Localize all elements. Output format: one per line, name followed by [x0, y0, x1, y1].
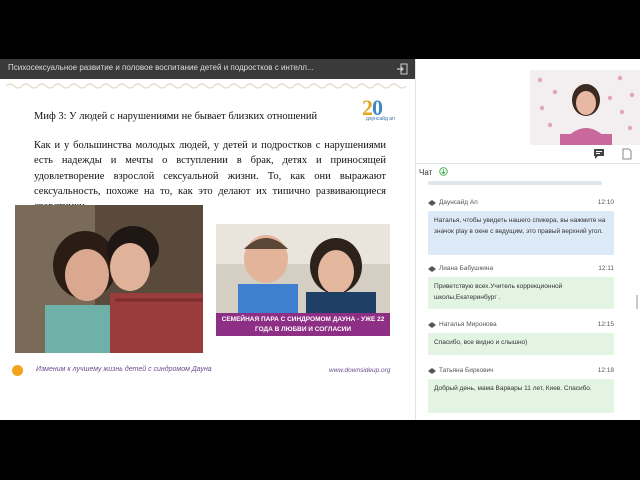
presentation-slide: Миф 3: У людей с нарушениями не бывает б… — [0, 79, 415, 420]
logo-text: даунсайд ап — [366, 116, 395, 122]
message-time: 12:10 — [597, 199, 614, 206]
chat-message: Наталья Миронова 12:15 Спасибо, все видн… — [428, 321, 614, 355]
user-icon — [428, 266, 436, 272]
side-panel: Чат Даунсайд Ап 12:10 Наталья, чтобы уви… — [415, 59, 640, 420]
user-icon — [428, 368, 436, 374]
exit-icon[interactable] — [396, 63, 408, 75]
message-time: 12:15 — [597, 321, 614, 328]
chat-icon[interactable] — [593, 148, 605, 160]
message-author: Даунсайд Ап — [439, 199, 478, 206]
document-icon[interactable] — [621, 148, 633, 160]
chat-scrollbar[interactable] — [636, 295, 638, 309]
chat-message: Татьяна Биркович 12:18 Добрый день, мама… — [428, 367, 614, 413]
message-time: 12:11 — [598, 265, 614, 272]
chat-header: Чат — [419, 167, 448, 177]
user-icon — [428, 322, 436, 328]
slide-heading: Миф 3: У людей с нарушениями не бывает б… — [34, 111, 318, 122]
message-text: Приветствую всех.Учитель коррекционной ш… — [428, 277, 614, 309]
speaker-video[interactable] — [530, 70, 640, 145]
chat-message: Лиана Бабушкина 12:11 Приветствую всех.У… — [428, 265, 614, 309]
previous-message-stub — [428, 181, 602, 185]
slide-border-decoration — [6, 83, 407, 89]
panel-toolbar — [416, 145, 640, 164]
message-author: Татьяна Биркович — [439, 367, 494, 374]
slide-footer-url: www.downsideup.org — [329, 367, 391, 374]
chat-title: Чат — [419, 168, 433, 177]
message-text: Добрый день, мама Варвары 11 лет, Киев. … — [428, 379, 614, 413]
presentation-title: Психосексуальное развитие и половое восп… — [8, 63, 314, 72]
message-time: 12:18 — [597, 367, 614, 374]
message-text: Наталья, чтобы увидеть нашего спикера, в… — [428, 211, 614, 255]
message-author: Наталья Миронова — [439, 321, 497, 328]
message-author: Лиана Бабушкина — [439, 265, 494, 272]
photo-caption: СЕМЕЙНАЯ ПАРА С СИНДРОМОМ ДАУНА - УЖЕ 22… — [216, 313, 390, 336]
downside-up-logo: 20 даунсайд ап — [362, 95, 395, 122]
family-couple-photo: СЕМЕЙНАЯ ПАРА С СИНДРОМОМ ДАУНА - УЖЕ 22… — [216, 224, 390, 336]
slide-footer-slogan: Изменим к лучшему жизнь детей с синдромо… — [36, 366, 212, 373]
footer-logo-dot — [12, 365, 23, 376]
slide-body-text: Как и у большинства молодых людей, у дет… — [34, 140, 386, 212]
user-icon — [428, 200, 436, 206]
couple-photo — [15, 205, 203, 353]
chat-add-icon[interactable] — [438, 167, 448, 176]
message-text: Спасибо, все видно и слышно) — [428, 333, 614, 355]
chat-message: Даунсайд Ап 12:10 Наталья, чтобы увидеть… — [428, 199, 614, 255]
presentation-header: Психосексуальное развитие и половое восп… — [0, 59, 415, 79]
webinar-window: Психосексуальное развитие и половое восп… — [0, 59, 640, 420]
